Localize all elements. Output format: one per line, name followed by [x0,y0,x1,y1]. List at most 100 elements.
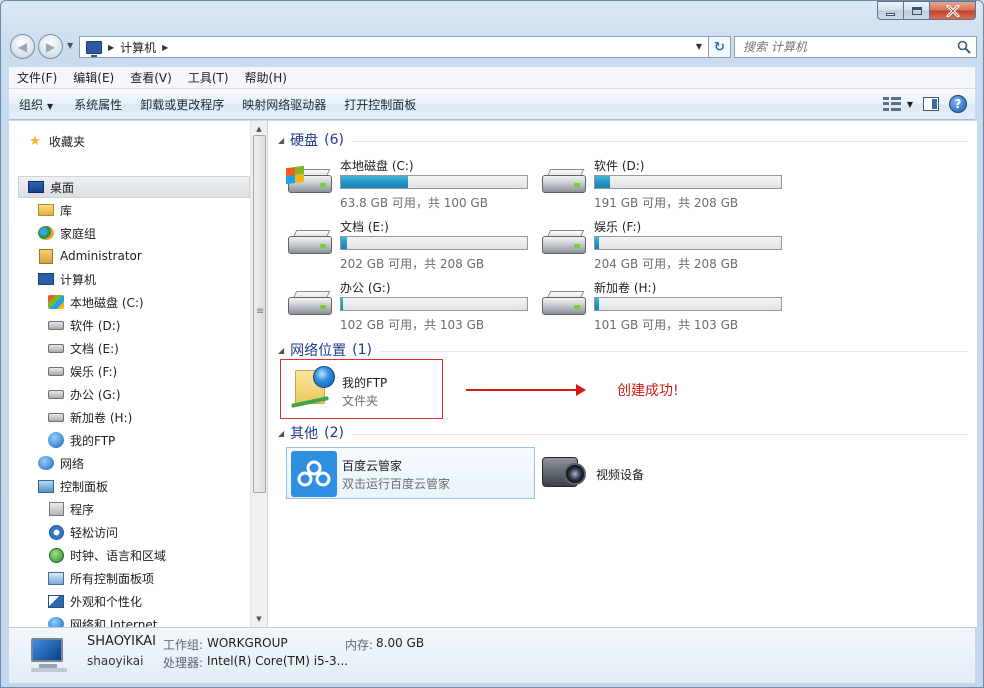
content-pane: ◢ 硬盘 (6) 本地磁盘 (C:) 63.8 GB 可用，共 100 GB 软件 … [268,121,977,627]
scroll-down-icon[interactable]: ▼ [251,611,267,627]
nav-computer[interactable]: 计算机 [38,268,96,290]
breadcrumb-computer[interactable]: 计算机 [120,39,156,56]
forward-button[interactable]: ▶ [38,34,63,59]
chevron-right-icon[interactable]: ▶ [108,43,114,52]
menu-help[interactable]: 帮助(H) [237,69,295,86]
nav-network-internet[interactable]: 网络和 Internet [48,613,157,627]
uninstall-program-button[interactable]: 卸载或更改程序 [131,96,233,113]
nav-label: 桌面 [50,180,75,195]
drive-tile[interactable]: 办公 (G:) 102 GB 可用，共 103 GB [286,279,536,337]
help-icon[interactable]: ? [949,95,967,113]
group-title: 硬盘 [290,133,319,149]
back-button[interactable]: ◀ [10,34,35,59]
nav-programs[interactable]: 程序 [48,498,94,520]
nav-drive-d[interactable]: 软件 (D:) [48,314,120,336]
hard-drive-icon [540,167,588,201]
item-name: 我的FTP [342,376,388,390]
nav-my-ftp[interactable]: 我的FTP [48,429,115,451]
minimize-button[interactable] [877,1,904,20]
drive-name: 文档 (E:) [340,220,389,234]
nav-drive-e[interactable]: 文档 (E:) [48,337,119,359]
nav-drive-h[interactable]: 新加卷 (H:) [48,406,132,428]
change-view-button[interactable]: ▼ [882,97,913,111]
address-bar[interactable]: ▶ 计算机 ▶ ▼ [79,36,709,58]
nav-accessibility[interactable]: 轻松访问 [48,521,118,543]
nav-drive-g[interactable]: 办公 (G:) [48,383,121,405]
nav-homegroup[interactable]: 家庭组 [38,222,96,244]
system-properties-button[interactable]: 系统属性 [65,96,131,113]
nav-control-panel[interactable]: 控制面板 [38,475,108,497]
nav-label: 程序 [70,502,95,517]
computer-icon [38,271,54,287]
drive-icon [48,386,64,402]
collapse-triangle-icon[interactable]: ◢ [278,346,284,355]
organize-button[interactable]: 组织 ▼ [9,96,65,113]
search-icon[interactable] [957,40,971,54]
navigation-scrollbar[interactable]: ▲ ▼ [250,121,267,627]
nav-favorites[interactable]: ★ 收藏夹 [27,130,85,152]
cpu-value: Intel(R) Core(TM) i5-3... [207,654,349,668]
hard-drive-icon [286,289,334,323]
recent-pages-dropdown[interactable]: ▼ [67,41,73,50]
chevron-right-icon[interactable]: ▶ [162,43,168,52]
nav-library[interactable]: 库 [38,199,72,221]
nav-all-control-panel-items[interactable]: 所有控制面板项 [48,567,154,589]
group-header-other[interactable]: ◢ 其他 (2) [278,423,968,443]
nav-drive-f[interactable]: 娱乐 (F:) [48,360,117,382]
nav-label: 新加卷 (H:) [70,410,133,425]
nav-administrator[interactable]: Administrator [38,245,142,267]
drive-name: 本地磁盘 (C:) [340,159,414,173]
open-control-panel-button[interactable]: 打开控制面板 [335,96,425,113]
group-count: (6) [324,132,344,148]
network-internet-icon [48,616,64,627]
map-network-drive-button[interactable]: 映射网络驱动器 [233,96,335,113]
nav-drive-c[interactable]: 本地磁盘 (C:) [48,291,144,313]
nav-label: 轻松访问 [70,525,119,540]
drive-c-icon [48,294,64,310]
nav-desktop[interactable]: 桌面 [18,176,250,198]
collapse-triangle-icon[interactable]: ◢ [278,429,284,438]
search-input[interactable] [743,40,953,54]
workgroup-value: WORKGROUP [207,636,288,650]
menu-edit[interactable]: 编辑(E) [65,69,122,86]
drive-tile[interactable]: 本地磁盘 (C:) 63.8 GB 可用，共 100 GB [286,157,536,215]
baidu-cloud-item[interactable]: 百度云管家 双击运行百度云管家 [286,447,535,499]
drive-tile[interactable]: 文档 (E:) 202 GB 可用，共 208 GB [286,218,536,276]
nav-appearance[interactable]: 外观和个性化 [48,590,142,612]
menu-file[interactable]: 文件(F) [9,69,65,86]
nav-network[interactable]: 网络 [38,452,84,474]
nav-label: 控制面板 [60,479,109,494]
drive-tile[interactable]: 软件 (D:) 191 GB 可用，共 208 GB [540,157,790,215]
homegroup-icon [38,225,54,241]
video-device-item[interactable]: 视频设备 [542,451,682,499]
my-ftp-item[interactable]: 我的FTP 文件夹 [280,359,443,419]
drive-tile[interactable]: 娱乐 (F:) 204 GB 可用，共 208 GB [540,218,790,276]
address-history-dropdown[interactable]: ▼ [696,42,702,51]
drive-usage-bar [594,236,782,250]
scrollbar-thumb[interactable] [253,135,266,493]
library-icon [38,202,54,218]
search-box[interactable] [734,36,977,58]
group-header-hdd[interactable]: ◢ 硬盘 (6) [278,130,968,150]
drive-tile[interactable]: 新加卷 (H:) 101 GB 可用，共 103 GB [540,279,790,337]
collapse-triangle-icon[interactable]: ◢ [278,136,284,145]
menu-tools[interactable]: 工具(T) [180,69,237,86]
drive-icon [48,409,64,425]
nav-label: 时钟、语言和区域 [70,548,167,563]
drive-icon [48,340,64,356]
preview-pane-icon[interactable] [923,97,939,111]
drive-size: 204 GB 可用，共 208 GB [594,257,739,271]
close-button[interactable] [930,1,976,20]
baidu-cloud-icon [291,451,337,497]
workgroup-label: 工作组: [163,638,204,652]
menu-view[interactable]: 查看(V) [122,69,180,86]
nav-clock-language-region[interactable]: 时钟、语言和区域 [48,544,166,566]
refresh-button[interactable]: ↻ [709,36,731,58]
maximize-button[interactable] [904,1,930,20]
group-header-network[interactable]: ◢ 网络位置 (1) [278,340,968,360]
group-title: 网络位置 [290,343,347,359]
drive-size: 102 GB 可用，共 103 GB [340,318,485,332]
computer-name: SHAOYIKAI [87,634,157,649]
drive-usage-bar [340,297,528,311]
nav-label: 所有控制面板项 [70,571,155,586]
